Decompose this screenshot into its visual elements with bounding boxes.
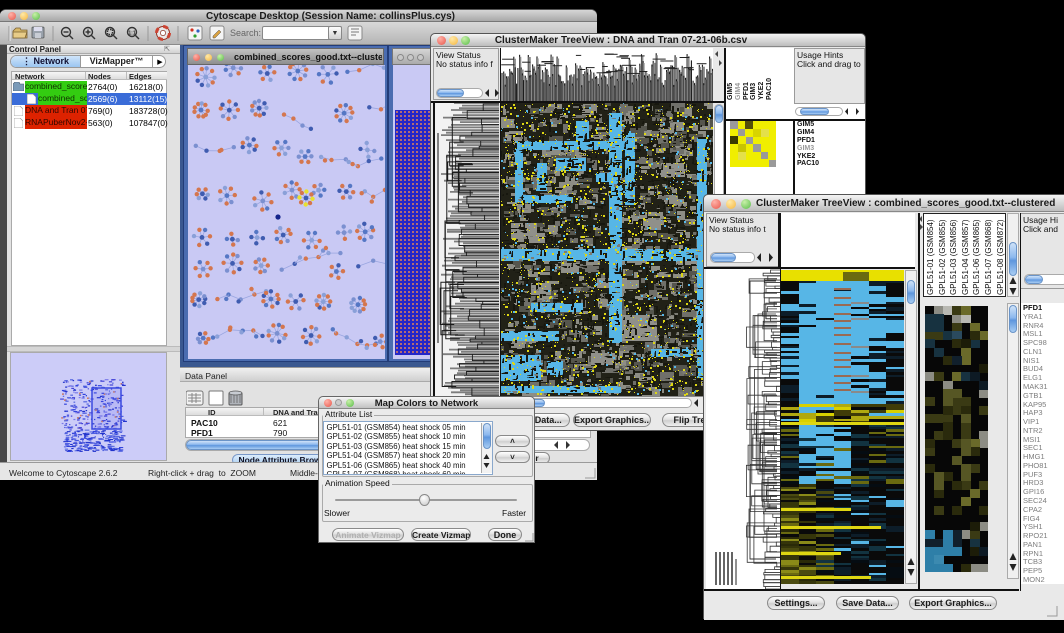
svg-text:1:1: 1:1 xyxy=(128,31,135,37)
